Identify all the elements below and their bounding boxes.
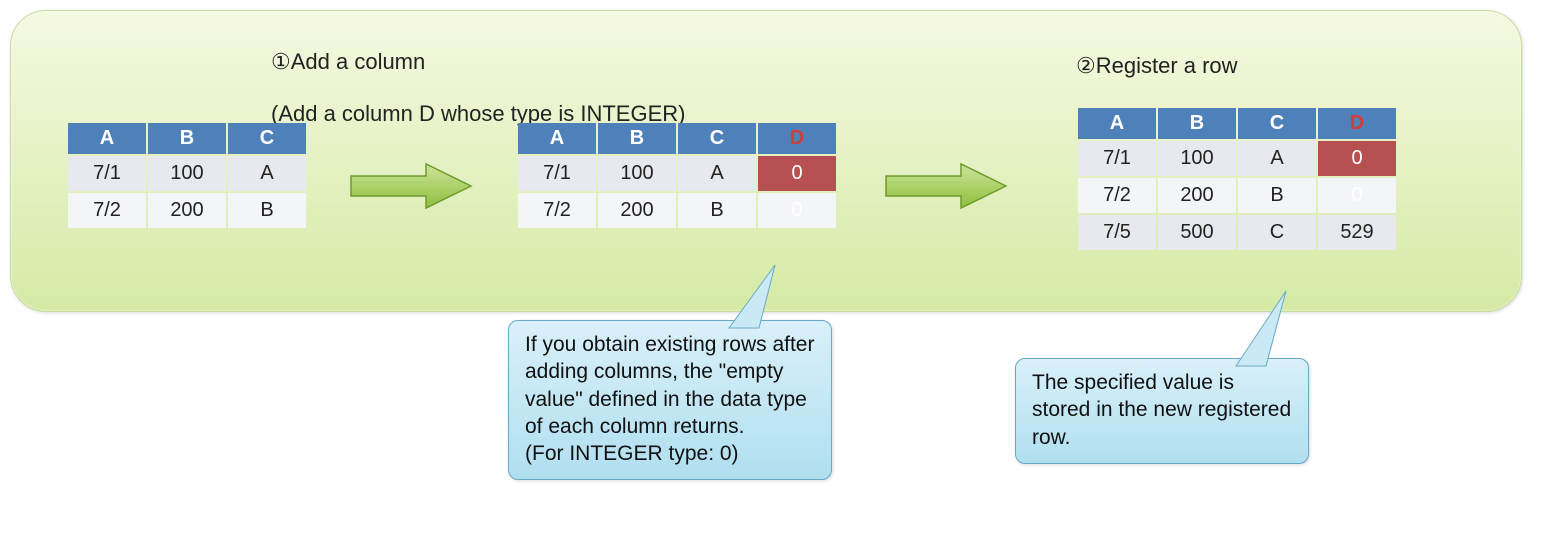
arrow-icon xyxy=(881,161,1011,211)
t2-h-d: D xyxy=(758,123,836,154)
empty-cell: 0 xyxy=(758,156,836,191)
table-row: 7/2 200 B 0 xyxy=(1078,178,1396,213)
t3-h-c: C xyxy=(1238,108,1316,139)
table-after-add: A B C D 7/1 100 A 0 7/2 200 B 0 xyxy=(516,121,838,230)
cell: 500 xyxy=(1158,215,1236,250)
t1-h-b: B xyxy=(148,123,226,154)
cell: B xyxy=(228,193,306,228)
callout-tail-icon xyxy=(719,273,779,333)
table-row: 7/1 100 A xyxy=(68,156,306,191)
cell: B xyxy=(678,193,756,228)
table-after-register: A B C D 7/1 100 A 0 7/2 200 B 0 7/5 500 … xyxy=(1076,106,1398,252)
callout-empty-value: If you obtain existing rows after adding… xyxy=(508,320,832,480)
t1-h-a: A xyxy=(68,123,146,154)
table-initial: A B C 7/1 100 A 7/2 200 B xyxy=(66,121,308,230)
cell: B xyxy=(1238,178,1316,213)
table-row: 7/2 200 B 0 xyxy=(518,193,836,228)
empty-cell: 0 xyxy=(758,193,836,228)
cell: 100 xyxy=(148,156,226,191)
empty-cell: 0 xyxy=(1318,141,1396,176)
diagram-panel: ①Add a column (Add a column D whose type… xyxy=(10,10,1522,312)
cell: 7/2 xyxy=(1078,178,1156,213)
cell: 200 xyxy=(1158,178,1236,213)
cell: C xyxy=(1238,215,1316,250)
t1-h-c: C xyxy=(228,123,306,154)
cell: 7/1 xyxy=(518,156,596,191)
cell: 7/2 xyxy=(518,193,596,228)
step2-title: ②Register a row xyxy=(1076,53,1238,78)
cell: 7/2 xyxy=(68,193,146,228)
t2-h-a: A xyxy=(518,123,596,154)
callout-tail-icon xyxy=(1226,311,1286,371)
step2-label: ②Register a row xyxy=(1076,27,1238,79)
step1-title: ①Add a column xyxy=(271,49,425,74)
table-row: 7/1 100 A 0 xyxy=(1078,141,1396,176)
arrow-icon xyxy=(346,161,476,211)
cell: 7/5 xyxy=(1078,215,1156,250)
table-row: 7/1 100 A 0 xyxy=(518,156,836,191)
t2-h-b: B xyxy=(598,123,676,154)
t3-h-a: A xyxy=(1078,108,1156,139)
t2-h-c: C xyxy=(678,123,756,154)
cell: 7/1 xyxy=(68,156,146,191)
t3-h-d: D xyxy=(1318,108,1396,139)
cell: 100 xyxy=(1158,141,1236,176)
cell: 200 xyxy=(598,193,676,228)
cell: 100 xyxy=(598,156,676,191)
table-row: 7/2 200 B xyxy=(68,193,306,228)
empty-cell: 0 xyxy=(1318,178,1396,213)
t3-h-b: B xyxy=(1158,108,1236,139)
callout1-text: If you obtain existing rows after adding… xyxy=(525,333,814,465)
step1-label: ①Add a column (Add a column D whose type… xyxy=(271,23,685,127)
cell: A xyxy=(1238,141,1316,176)
cell: 7/1 xyxy=(1078,141,1156,176)
cell: 529 xyxy=(1318,215,1396,250)
table-row: 7/5 500 C 529 xyxy=(1078,215,1396,250)
callout2-text: The specified value is stored in the new… xyxy=(1032,371,1291,449)
cell: A xyxy=(678,156,756,191)
callout-new-row: The specified value is stored in the new… xyxy=(1015,358,1309,464)
cell: 200 xyxy=(148,193,226,228)
cell: A xyxy=(228,156,306,191)
